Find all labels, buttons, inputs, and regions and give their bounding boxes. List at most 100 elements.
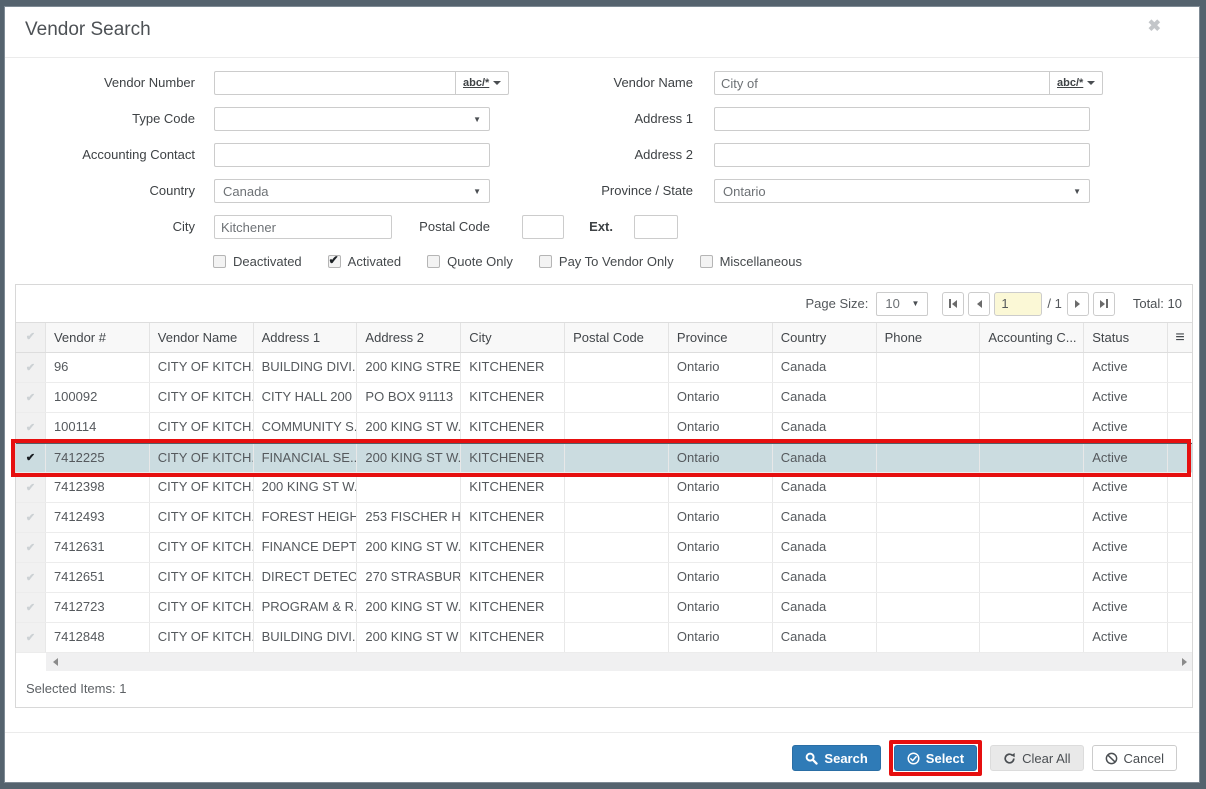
select-all-checkbox[interactable]: ✔: [16, 323, 46, 352]
table-cell: CITY OF KITCH...: [150, 563, 254, 592]
row-checkbox[interactable]: ✔: [16, 473, 46, 502]
scrollbar-track[interactable]: [46, 653, 1192, 671]
vendor-number-label: Vendor Number: [25, 71, 195, 95]
table-cell: PROGRAM & R...: [254, 593, 358, 622]
current-page-input[interactable]: [994, 292, 1042, 316]
column-header: Address 1: [254, 323, 358, 352]
last-page-button[interactable]: [1093, 292, 1115, 316]
checkbox-miscellaneous[interactable]: Miscellaneous: [700, 254, 802, 269]
table-row[interactable]: ✔7412723CITY OF KITCH...PROGRAM & R...20…: [16, 593, 1192, 623]
table-row[interactable]: ✔7412848CITY OF KITCH...BUILDING DIVI...…: [16, 623, 1192, 653]
accounting-contact-input[interactable]: [214, 143, 490, 167]
table-cell: [980, 563, 1084, 592]
vendor-name-input[interactable]: [714, 71, 1050, 95]
row-checkbox[interactable]: ✔: [16, 353, 46, 382]
table-cell: [1168, 503, 1192, 532]
table-cell: Active: [1084, 353, 1168, 382]
previous-page-button[interactable]: [968, 292, 990, 316]
table-cell: Canada: [773, 444, 877, 472]
table-cell: [877, 593, 981, 622]
table-cell: [565, 533, 669, 562]
table-cell: Ontario: [669, 503, 773, 532]
ext-input[interactable]: [634, 215, 678, 239]
type-code-label: Type Code: [25, 107, 195, 131]
city-input[interactable]: [214, 215, 392, 239]
table-cell: Ontario: [669, 383, 773, 412]
column-header: Postal Code: [565, 323, 669, 352]
address1-input[interactable]: [714, 107, 1090, 131]
vendor-number-filter-dropdown[interactable]: abc/*: [456, 71, 509, 95]
table-cell: Canada: [773, 383, 877, 412]
table-cell: [877, 473, 981, 502]
vendor-name-label: Vendor Name: [545, 71, 693, 95]
table-cell: Canada: [773, 563, 877, 592]
table-cell: Canada: [773, 473, 877, 502]
table-cell: [877, 563, 981, 592]
checkbox-deactivated[interactable]: Deactivated: [213, 254, 302, 269]
row-checkbox[interactable]: ✔: [16, 593, 46, 622]
row-checkbox[interactable]: ✔: [16, 383, 46, 412]
vendor-number-group: abc/*: [214, 71, 509, 95]
backdrop: { "dialog": { "title": "Vendor Search" }…: [0, 0, 1206, 789]
table-row[interactable]: ✔100092CITY OF KITCH...CITY HALL 200 ...…: [16, 383, 1192, 413]
table-row[interactable]: ✔7412631CITY OF KITCH...FINANCE DEPT...2…: [16, 533, 1192, 563]
vendor-number-input[interactable]: [214, 71, 456, 95]
scroll-right-icon[interactable]: [1182, 658, 1187, 666]
scroll-left-icon[interactable]: [53, 658, 58, 666]
checkbox-quote-only[interactable]: Quote Only: [427, 254, 513, 269]
table-row[interactable]: ✔7412398CITY OF KITCH...200 KING ST W...…: [16, 473, 1192, 503]
row-checkbox[interactable]: ✔: [16, 413, 46, 442]
row-checkbox[interactable]: ✔: [16, 623, 46, 652]
checkbox-unchecked-icon: [539, 255, 552, 268]
type-code-select[interactable]: ▼: [214, 107, 490, 131]
column-menu-icon[interactable]: ≡: [1168, 323, 1192, 352]
city-label: City: [25, 215, 195, 239]
table-row[interactable]: ✔7412225CITY OF KITCH...FINANCIAL SE...2…: [16, 443, 1192, 473]
search-button[interactable]: Search: [792, 745, 880, 771]
vendor-name-group: abc/*: [714, 71, 1103, 95]
check-icon: ✔: [26, 594, 35, 622]
select-button[interactable]: Select: [894, 745, 977, 771]
clear-all-button[interactable]: Clear All: [990, 745, 1083, 771]
caret-down-icon: ▼: [1073, 187, 1081, 196]
table-cell: [1168, 623, 1192, 652]
total-records-label: Total: 10: [1133, 296, 1182, 311]
row-checkbox[interactable]: ✔: [16, 444, 46, 472]
first-page-button[interactable]: [942, 292, 964, 316]
vendor-name-filter-dropdown[interactable]: abc/*: [1050, 71, 1103, 95]
address2-input[interactable]: [714, 143, 1090, 167]
table-cell: 7412225: [46, 444, 150, 472]
column-header: Status: [1084, 323, 1168, 352]
cancel-button[interactable]: Cancel: [1092, 745, 1177, 771]
table-cell: DIRECT DETECT: [254, 563, 358, 592]
table-cell: Active: [1084, 563, 1168, 592]
check-icon: ✔: [26, 504, 35, 532]
row-checkbox[interactable]: ✔: [16, 533, 46, 562]
table-cell: KITCHENER: [461, 563, 565, 592]
table-cell: Active: [1084, 383, 1168, 412]
next-page-button[interactable]: [1067, 292, 1089, 316]
table-cell: [565, 413, 669, 442]
row-checkbox[interactable]: ✔: [16, 503, 46, 532]
dialog-footer: Search Select Clear All Cancel: [5, 732, 1199, 783]
vendor-search-dialog: Vendor Search ✖ Vendor Number abc/* Type…: [4, 6, 1200, 783]
column-header: Province: [669, 323, 773, 352]
close-icon[interactable]: ✖: [1148, 19, 1161, 35]
checkbox-pay-to-vendor-only[interactable]: Pay To Vendor Only: [539, 254, 674, 269]
checkbox-activated[interactable]: ✔Activated: [328, 254, 401, 269]
table-row[interactable]: ✔7412493CITY OF KITCH...FOREST HEIGH...2…: [16, 503, 1192, 533]
table-row[interactable]: ✔100114CITY OF KITCH...COMMUNITY S...200…: [16, 413, 1192, 443]
horizontal-scrollbar[interactable]: [16, 653, 1192, 671]
page-size-select[interactable]: 10 ▼: [876, 292, 928, 316]
table-row[interactable]: ✔7412651CITY OF KITCH...DIRECT DETECT270…: [16, 563, 1192, 593]
table-cell: [1168, 353, 1192, 382]
checkbox-unchecked-icon: [427, 255, 440, 268]
caret-down-icon: [493, 81, 501, 85]
table-cell: Ontario: [669, 593, 773, 622]
address1-label: Address 1: [545, 107, 693, 131]
row-checkbox[interactable]: ✔: [16, 563, 46, 592]
province-state-select[interactable]: Ontario ▼: [714, 179, 1090, 203]
table-cell: 7412631: [46, 533, 150, 562]
table-row[interactable]: ✔96CITY OF KITCH...BUILDING DIVI...200 K…: [16, 353, 1192, 383]
country-select[interactable]: Canada ▼: [214, 179, 490, 203]
